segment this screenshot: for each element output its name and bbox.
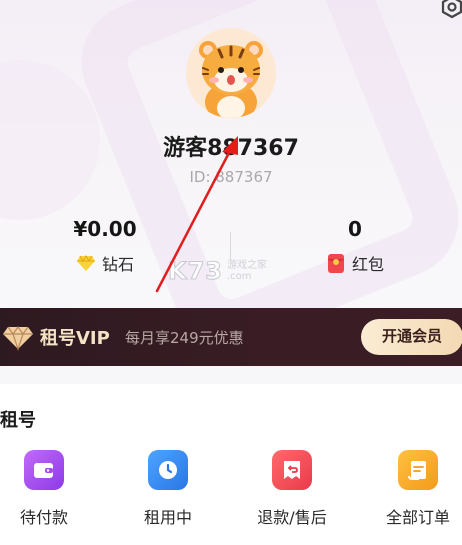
pending-payment-entry[interactable]: 待付款 bbox=[0, 450, 94, 528]
red-packet-icon bbox=[327, 254, 345, 273]
diamond-icon bbox=[3, 325, 33, 351]
refund-icon bbox=[272, 450, 312, 490]
username: 游客887367 bbox=[163, 136, 299, 161]
renting-entry[interactable]: 租用中 bbox=[118, 450, 218, 528]
entry-label: 全部订单 bbox=[385, 508, 450, 527]
wallet-icon bbox=[24, 450, 64, 490]
rent-section-title: 租号 bbox=[0, 410, 36, 431]
diamond-balance[interactable]: ¥0.00 bbox=[70, 217, 140, 241]
entry-label: 退款/售后 bbox=[257, 508, 327, 527]
site-watermark: K73 游戏之家 .com bbox=[168, 254, 298, 288]
vip-description: 每月享249元优惠 bbox=[125, 329, 244, 347]
diamond-label: 钻石 bbox=[102, 255, 135, 274]
vip-title: 租号VIP bbox=[40, 328, 110, 349]
gem-icon bbox=[77, 255, 95, 271]
watermark-domain: .com bbox=[227, 271, 252, 282]
clock-icon bbox=[148, 450, 188, 490]
entry-label: 租用中 bbox=[143, 508, 192, 527]
red-packet-label: 红包 bbox=[352, 255, 385, 274]
tiger-avatar-icon bbox=[186, 28, 276, 118]
entry-label: 待付款 bbox=[19, 508, 68, 527]
diamond-stat-label[interactable]: 钻石 bbox=[76, 251, 134, 275]
settings-icon[interactable] bbox=[437, 0, 462, 24]
red-packet-count[interactable]: 0 bbox=[330, 217, 380, 241]
all-orders-entry[interactable]: 全部订单 bbox=[368, 450, 462, 528]
avatar[interactable] bbox=[186, 28, 276, 118]
watermark-text: 游戏之家 bbox=[227, 260, 267, 271]
watermark-logo: K73 bbox=[168, 257, 223, 286]
refund-entry[interactable]: 退款/售后 bbox=[242, 450, 342, 528]
open-membership-button[interactable]: 开通会员 bbox=[361, 319, 462, 355]
orders-icon bbox=[398, 450, 438, 490]
red-packet-stat-label[interactable]: 红包 bbox=[326, 251, 384, 275]
user-id: ID: 887367 bbox=[189, 168, 273, 186]
